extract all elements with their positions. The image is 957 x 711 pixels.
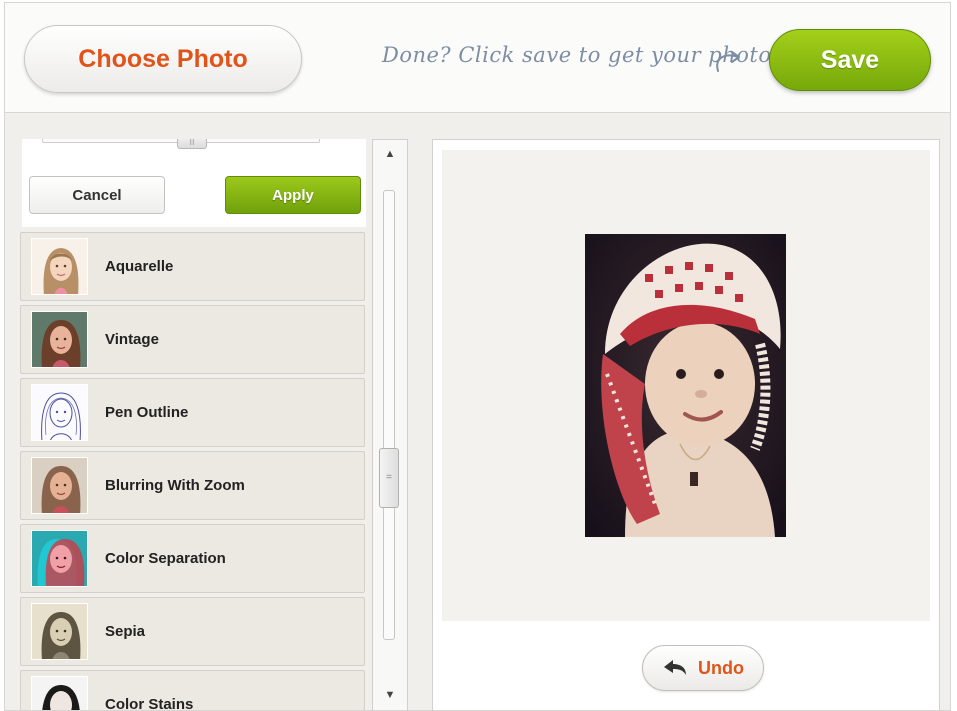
effect-settings: II Cancel Apply xyxy=(22,139,366,227)
effect-label: Sepia xyxy=(105,623,146,640)
choose-photo-button[interactable]: Choose Photo xyxy=(24,25,302,93)
preview-canvas xyxy=(442,150,930,621)
scroll-track[interactable] xyxy=(383,190,395,640)
effect-item-aquarelle[interactable]: Aquarelle xyxy=(20,232,365,301)
woman-portrait-sketch-thumbnail xyxy=(31,384,88,441)
woman-portrait-sepia-thumbnail xyxy=(31,603,88,660)
baby-photo-preview xyxy=(585,234,786,537)
effect-item-sepia[interactable]: Sepia xyxy=(20,597,365,666)
scroll-up-arrow-icon[interactable]: ▲ xyxy=(373,142,407,166)
intensity-slider-handle[interactable]: II xyxy=(177,139,207,149)
woman-portrait-blur-thumbnail xyxy=(31,457,88,514)
effects-panel: II Cancel Apply Aquarelle Vintage Pen Ou… xyxy=(20,139,367,711)
effect-item-color-separation[interactable]: Color Separation xyxy=(20,524,365,593)
cancel-button[interactable]: Cancel xyxy=(29,176,165,214)
effect-label: Aquarelle xyxy=(105,258,174,275)
effect-item-blurring-with-zoom[interactable]: Blurring With Zoom xyxy=(20,451,365,520)
scroll-down-arrow-icon[interactable]: ▼ xyxy=(373,683,407,707)
top-toolbar: Choose Photo Done? Click save to get you… xyxy=(5,3,950,113)
undo-button[interactable]: Undo xyxy=(642,645,764,691)
scroll-thumb[interactable]: = xyxy=(379,448,399,508)
effect-item-color-stains[interactable]: Color Stains xyxy=(20,670,365,711)
effect-item-vintage[interactable]: Vintage xyxy=(20,305,365,374)
woman-portrait-vintage-thumbnail xyxy=(31,311,88,368)
photo-editor-window: Choose Photo Done? Click save to get you… xyxy=(4,2,951,711)
preview-panel: Undo xyxy=(432,139,940,710)
effect-item-pen-outline[interactable]: Pen Outline xyxy=(20,378,365,447)
effect-label: Pen Outline xyxy=(105,404,189,421)
woman-portrait-anaglyph-thumbnail xyxy=(31,530,88,587)
woman-portrait-stains-thumbnail xyxy=(31,676,88,710)
save-button[interactable]: Save xyxy=(769,29,931,91)
curved-arrow-icon xyxy=(716,51,740,72)
effect-label: Vintage xyxy=(105,331,159,348)
effect-label: Blurring With Zoom xyxy=(105,477,245,494)
undo-label: Undo xyxy=(698,657,744,678)
undo-arrow-icon xyxy=(664,660,686,675)
effect-list: Aquarelle Vintage Pen Outline Blurring W… xyxy=(20,232,367,711)
effect-label: Color Separation xyxy=(105,550,226,567)
effects-scrollbar[interactable]: ▲ = ▼ xyxy=(372,139,408,710)
effect-label: Color Stains xyxy=(105,696,194,711)
apply-button[interactable]: Apply xyxy=(225,176,361,214)
woman-portrait-watercolor-thumbnail xyxy=(31,238,88,295)
